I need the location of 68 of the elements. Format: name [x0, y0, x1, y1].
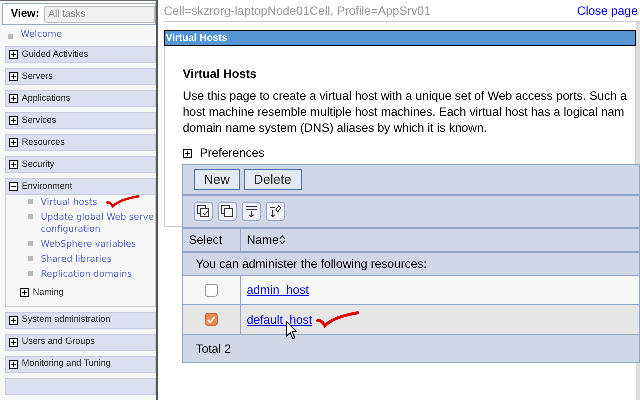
nav-link[interactable]: Shared libraries — [41, 254, 112, 266]
collapse-icon[interactable] — [9, 182, 18, 191]
welcome-link[interactable]: Welcome — [21, 29, 62, 43]
category-label: Servers — [22, 70, 54, 83]
category-header[interactable]: Services — [5, 112, 156, 129]
category-header[interactable]: Servers — [5, 68, 156, 85]
panel-title-bar: Virtual Hosts — [164, 30, 636, 46]
delete-button[interactable]: Delete — [244, 169, 302, 190]
context-text: Cell=skzrorg-laptopNode01Cell, Profile=AppSrv01 — [164, 2, 431, 20]
expand-icon[interactable] — [9, 338, 18, 346]
preferences-label[interactable]: Preferences — [200, 144, 265, 162]
total-row-text: Total 2 — [195, 340, 232, 358]
expand-icon[interactable] — [9, 50, 18, 59]
expand-icon[interactable] — [9, 116, 18, 125]
category-header[interactable]: Security — [5, 156, 156, 173]
category-header[interactable]: Environment — [5, 178, 156, 195]
category-label: Users and Groups — [22, 335, 96, 348]
category-header[interactable]: Applications — [5, 90, 156, 107]
expand-icon[interactable] — [20, 288, 29, 298]
expand-icon[interactable] — [9, 360, 18, 368]
nav-link[interactable]: Replication domains — [41, 269, 132, 281]
expand-icon[interactable] — [9, 316, 18, 324]
category-label: Guided Activities — [22, 48, 89, 61]
view-label: View: — [11, 6, 40, 22]
category-header[interactable]: Resources — [5, 134, 156, 151]
table-row[interactable]: admin_host — [183, 276, 639, 305]
category-label: Applications — [22, 92, 71, 105]
category-label: System administration — [22, 313, 111, 326]
category-label: Security — [22, 158, 55, 171]
category-label: Resources — [22, 136, 66, 149]
bullet-icon — [28, 214, 33, 219]
description-text: Use this page to create a virtual host with a unique set of Web access ports. Such a host machine resemble multiple host machines. Each virtual host has a logical nam domain name system (DNS) aliases by which it is known. — [183, 88, 628, 136]
sort-icon[interactable] — [279, 234, 286, 246]
host-link[interactable]: admin_host — [247, 281, 310, 299]
bullet-icon — [28, 271, 33, 276]
category-label: Monitoring and Tuning — [22, 357, 112, 370]
filter-icon[interactable] — [242, 202, 261, 221]
row-checkbox[interactable] — [205, 284, 218, 296]
nav-group-label[interactable]: Naming — [33, 286, 64, 300]
nav-link[interactable]: Update global Web serve configuration — [41, 212, 155, 236]
new-button[interactable]: New — [194, 169, 240, 190]
clear-filter-icon[interactable] — [266, 202, 285, 221]
category-header[interactable]: Monitoring and Tuning — [5, 356, 156, 372]
column-header: Select — [183, 229, 241, 251]
nav-link[interactable]: WebSphere variables — [41, 239, 136, 251]
expand-icon[interactable] — [9, 72, 18, 81]
select-all-icon[interactable] — [194, 202, 213, 221]
category-label: Services — [22, 114, 57, 127]
expand-icon[interactable] — [9, 138, 18, 147]
close-page-link[interactable]: Close page — [577, 2, 638, 20]
row-checkbox[interactable] — [205, 313, 218, 326]
table-row[interactable]: default_host — [183, 305, 639, 335]
category-header[interactable]: Users and Groups — [5, 334, 156, 350]
category-header[interactable]: Guided Activities — [5, 46, 156, 63]
host-link[interactable]: default_host — [247, 310, 312, 328]
nav-link[interactable]: Virtual hosts — [41, 197, 98, 209]
bullet-icon — [8, 34, 13, 38]
column-header[interactable]: Name — [241, 229, 280, 251]
deselect-all-icon[interactable] — [218, 202, 237, 221]
panel-heading: Virtual Hosts — [183, 66, 258, 83]
expand-icon[interactable] — [9, 94, 18, 103]
category-label: Environment — [22, 180, 73, 193]
expand-icon[interactable] — [183, 148, 192, 158]
expand-icon[interactable] — [9, 160, 18, 169]
category-header[interactable]: System administration — [5, 312, 156, 328]
bullet-icon — [28, 199, 33, 204]
bullet-icon — [28, 256, 33, 261]
bullet-icon — [28, 241, 33, 246]
